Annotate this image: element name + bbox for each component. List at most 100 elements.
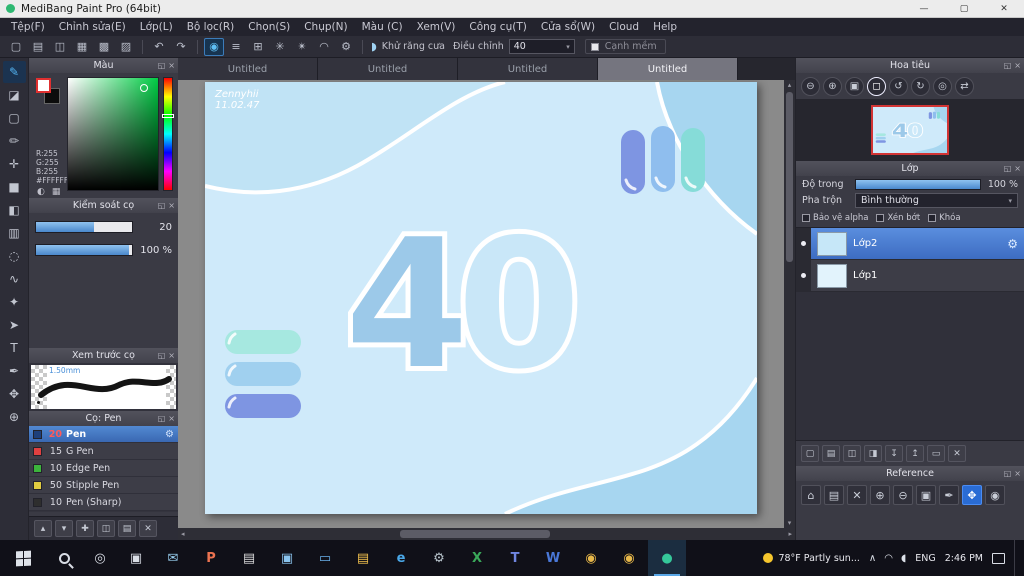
vertical-scrollbar[interactable]: ▴ ▾	[784, 80, 795, 528]
document-tab[interactable]: Untitled	[458, 58, 598, 80]
delete-layer-button[interactable]: ✕	[948, 445, 966, 462]
brush-folder-button[interactable]: ▤	[118, 520, 136, 537]
popout-icon[interactable]: ◱	[158, 351, 166, 360]
network-icon[interactable]: ◠	[884, 553, 893, 564]
brush-tool[interactable]: ✎	[3, 61, 26, 83]
undo-button[interactable]: ↶	[149, 38, 169, 56]
select-marquee-tool[interactable]: ◌	[3, 245, 26, 267]
menu-item[interactable]: Xem(V)	[410, 21, 463, 33]
merge-down-button[interactable]: ↧	[885, 445, 903, 462]
brush-row[interactable]: 15 G Pen	[29, 443, 178, 460]
lasso-tool[interactable]: ∿	[3, 268, 26, 290]
screentone-button[interactable]: ▨	[116, 38, 136, 56]
pinned-app-word[interactable]: W	[534, 540, 572, 576]
vertical-scroll-thumb[interactable]	[786, 92, 793, 262]
pinned-app-display[interactable]: ▭	[306, 540, 344, 576]
navigator-view[interactable]: 4 0	[796, 99, 1024, 161]
canvas-page[interactable]: 4 0 Zennyhii	[205, 82, 757, 514]
close-icon[interactable]: ×	[168, 414, 175, 423]
nav-zoom-out-button[interactable]: ⊖	[801, 77, 820, 96]
nav-rotate-ccw-button[interactable]: ↺	[889, 77, 908, 96]
nav-flip-button[interactable]: ⇄	[955, 77, 974, 96]
close-icon[interactable]: ×	[1014, 164, 1021, 173]
snap-grid-button[interactable]: ⊞	[248, 38, 268, 56]
save-button[interactable]: ◫	[50, 38, 70, 56]
snap-parallel-button[interactable]: ≡	[226, 38, 246, 56]
hand-tool[interactable]: ✥	[3, 383, 26, 405]
document-tab[interactable]: Untitled	[598, 58, 738, 80]
start-button[interactable]	[0, 540, 46, 576]
show-desktop-button[interactable]	[1014, 540, 1018, 576]
scroll-up-icon[interactable]: ▴	[788, 81, 792, 89]
pinned-app-store[interactable]: ▣	[268, 540, 306, 576]
brush-opacity-slider[interactable]	[35, 244, 133, 256]
menu-item[interactable]: Help	[646, 21, 684, 33]
brush-move-up-button[interactable]: ▴	[34, 520, 52, 537]
clear-layer-button[interactable]: ▭	[927, 445, 945, 462]
brush-row[interactable]: 20 Pen ⚙	[29, 426, 178, 443]
brush-row[interactable]: 50 Stipple Pen	[29, 477, 178, 494]
clipping-checkbox[interactable]: Xén bớt	[876, 213, 920, 223]
nav-reset-button[interactable]: ◎	[933, 77, 952, 96]
color-picker-cursor[interactable]	[140, 84, 148, 92]
duplicate-layer-button[interactable]: ◫	[843, 445, 861, 462]
popout-icon[interactable]: ◱	[1004, 61, 1012, 70]
hue-cursor[interactable]	[162, 114, 174, 118]
pinned-app-notes[interactable]: ▤	[230, 540, 268, 576]
brush-move-down-button[interactable]: ▾	[55, 520, 73, 537]
maximize-button[interactable]: ▢	[944, 0, 984, 17]
layer-settings-icon[interactable]: ⚙	[1007, 237, 1018, 251]
layer-row[interactable]: Lớp1	[796, 260, 1024, 292]
ref-visibility-button[interactable]: ◉	[985, 485, 1005, 505]
menu-item[interactable]: Chỉnh sửa(E)	[52, 21, 133, 33]
action-center-icon[interactable]	[992, 553, 1005, 564]
select-tool[interactable]: ▢	[3, 107, 26, 129]
pinned-app-explorer[interactable]: ▤	[344, 540, 382, 576]
menu-item[interactable]: Tệp(F)	[4, 21, 52, 33]
pinned-app-mail[interactable]: ✉	[154, 540, 192, 576]
layer-visibility-toggle[interactable]	[796, 228, 811, 259]
zoom-tool[interactable]: ⊕	[3, 406, 26, 428]
protect-alpha-checkbox[interactable]: Bảo vệ alpha	[802, 213, 868, 223]
pinned-app-excel[interactable]: X	[458, 540, 496, 576]
add-mask-button[interactable]: ◨	[864, 445, 882, 462]
menu-item[interactable]: Màu (C)	[355, 21, 410, 33]
adjust-dropdown[interactable]: 40 ▾	[509, 39, 575, 54]
snap-vanishing-button[interactable]: ✳	[270, 38, 290, 56]
scroll-down-icon[interactable]: ▾	[788, 519, 792, 527]
snap-settings-button[interactable]: ⚙	[336, 38, 356, 56]
popout-icon[interactable]: ◱	[1004, 164, 1012, 173]
app-medibang[interactable]: ●	[648, 540, 686, 576]
palette-button[interactable]: ▦	[72, 38, 92, 56]
clock[interactable]: 2:46 PM	[945, 553, 983, 564]
magic-wand-tool[interactable]: ✦	[3, 291, 26, 313]
task-view-button[interactable]: ▣	[118, 540, 154, 576]
operation-tool[interactable]: ➤	[3, 314, 26, 336]
menu-item[interactable]: Lớp(L)	[133, 21, 180, 33]
cortana-button[interactable]: ◎	[82, 540, 118, 576]
new-canvas-button[interactable]: ▢	[6, 38, 26, 56]
color-wheel-icon[interactable]: ◐	[37, 187, 45, 197]
nav-fit-button[interactable]: ▣	[845, 77, 864, 96]
text-tool[interactable]: T	[3, 337, 26, 359]
gradient-tool[interactable]: ▥	[3, 222, 26, 244]
canvas-viewport[interactable]: 4 0 Zennyhii	[178, 80, 795, 528]
close-icon[interactable]: ×	[1014, 469, 1021, 478]
menu-item[interactable]: Chụp(N)	[297, 21, 354, 33]
navigator-thumbnail[interactable]: 4 0	[871, 105, 949, 155]
close-button[interactable]: ✕	[984, 0, 1024, 17]
duplicate-brush-button[interactable]: ◫	[97, 520, 115, 537]
ref-home-button[interactable]: ⌂	[801, 485, 821, 505]
snap-radial-button[interactable]: ✴	[292, 38, 312, 56]
pen-tool[interactable]: ✏	[3, 130, 26, 152]
menu-item[interactable]: Bộ lọc(R)	[180, 21, 242, 33]
pinned-app-powerpoint[interactable]: P	[192, 540, 230, 576]
horizontal-scroll-thumb[interactable]	[400, 530, 550, 538]
add-folder-button[interactable]: ▤	[822, 445, 840, 462]
foreground-color-swatch[interactable]	[36, 78, 51, 93]
scroll-right-icon[interactable]: ▸	[788, 530, 792, 538]
ref-fit-button[interactable]: ▣	[916, 485, 936, 505]
horizontal-scrollbar[interactable]: ◂ ▸	[178, 528, 795, 540]
blend-mode-dropdown[interactable]: Bình thường ▾	[855, 193, 1018, 208]
layer-visibility-toggle[interactable]	[796, 260, 811, 291]
